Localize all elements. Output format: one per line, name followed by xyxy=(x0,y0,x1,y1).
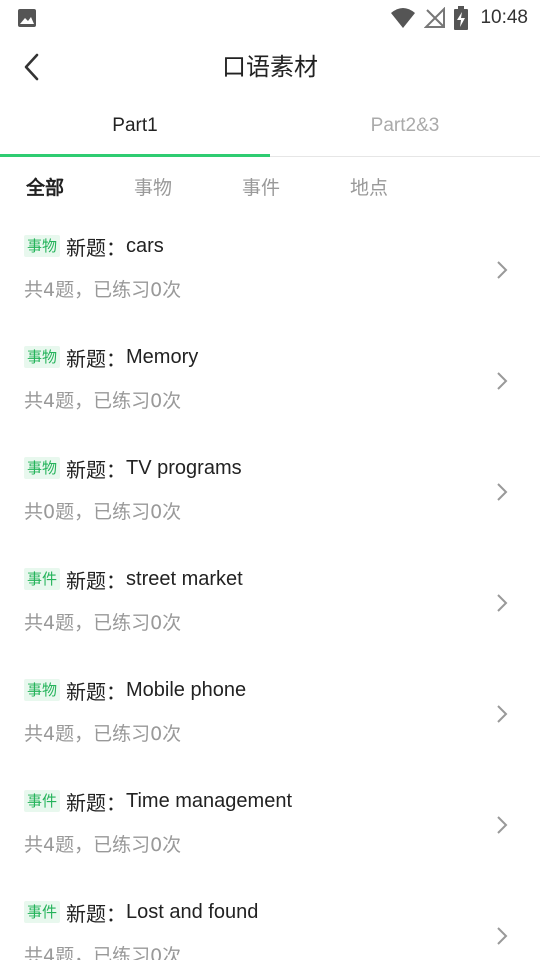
item-subtitle: 共4题，已练习0次 xyxy=(24,390,182,412)
list-item[interactable]: 事物 新题： Memory 共4题，已练习0次 xyxy=(0,326,540,437)
filter-events[interactable]: 事件 xyxy=(242,173,350,200)
item-title-row: 事件 新题： Lost and found xyxy=(24,897,258,927)
item-title-row: 事物 新题： Mobile phone xyxy=(24,675,246,705)
item-subtitle: 共4题，已练习0次 xyxy=(24,279,182,301)
status-bar: 10:48 xyxy=(0,0,540,36)
battery-charging-icon xyxy=(454,6,469,30)
item-title-prefix: 新题： xyxy=(66,457,127,482)
item-title: street market xyxy=(126,567,243,590)
category-tag: 事件 xyxy=(24,790,61,812)
item-subtitle: 共4题，已练习0次 xyxy=(24,723,182,745)
tab-part1[interactable]: Part1 xyxy=(0,98,270,157)
category-tag: 事物 xyxy=(24,679,61,701)
category-tag: 事物 xyxy=(24,346,61,368)
chevron-right-icon xyxy=(497,816,508,834)
chevron-right-icon xyxy=(497,372,508,390)
tab-part2-3[interactable]: Part2&3 xyxy=(270,98,540,156)
category-filters: 全部 事物 事件 地点 xyxy=(0,157,540,215)
chevron-right-icon xyxy=(497,261,508,279)
wifi-icon xyxy=(391,8,416,28)
list-item[interactable]: 事件 新题： street market 共4题，已练习0次 xyxy=(0,548,540,659)
item-subtitle: 共4题，已练习0次 xyxy=(24,612,182,634)
category-tag: 事件 xyxy=(24,568,61,590)
item-subtitle: 共4题，已练习0次 xyxy=(24,945,182,960)
list-item[interactable]: 事物 新题： TV programs 共0题，已练习0次 xyxy=(0,437,540,548)
list-item[interactable]: 事件 新题： Lost and found 共4题，已练习0次 xyxy=(0,881,540,960)
category-tag: 事物 xyxy=(24,457,61,479)
item-title: TV programs xyxy=(126,456,242,479)
list-item[interactable]: 事物 新题： cars 共4题，已练习0次 xyxy=(0,215,540,326)
image-icon xyxy=(18,9,36,27)
item-title: cars xyxy=(126,234,164,257)
no-signal-icon xyxy=(424,7,446,28)
item-subtitle: 共4题，已练习0次 xyxy=(24,834,182,856)
category-tag: 事物 xyxy=(24,235,61,257)
filter-things[interactable]: 事物 xyxy=(134,173,242,200)
tab-label: Part1 xyxy=(112,115,158,136)
item-title-prefix: 新题： xyxy=(66,790,127,815)
list-item[interactable]: 事物 新题： Mobile phone 共4题，已练习0次 xyxy=(0,659,540,770)
chevron-right-icon xyxy=(497,594,508,612)
item-title-prefix: 新题： xyxy=(66,568,127,593)
item-title-prefix: 新题： xyxy=(66,346,127,371)
item-title-row: 事件 新题： street market xyxy=(24,564,243,594)
filter-places[interactable]: 地点 xyxy=(350,173,458,200)
chevron-right-icon xyxy=(497,927,508,945)
item-subtitle: 共0题，已练习0次 xyxy=(24,501,182,523)
part-tabs: Part1 Part2&3 xyxy=(0,98,540,157)
item-title-row: 事物 新题： cars xyxy=(24,231,164,261)
topic-list: 事物 新题： cars 共4题，已练习0次 事物 新题： Memory 共4题，… xyxy=(0,215,540,960)
tab-label: Part2&3 xyxy=(370,115,440,136)
chevron-right-icon xyxy=(497,705,508,723)
item-title-row: 事件 新题： Time management xyxy=(24,786,292,816)
item-title-row: 事物 新题： TV programs xyxy=(24,453,242,483)
list-item[interactable]: 事件 新题： Time management 共4题，已练习0次 xyxy=(0,770,540,881)
category-tag: 事件 xyxy=(24,901,61,923)
status-time: 10:48 xyxy=(480,7,528,28)
item-title-row: 事物 新题： Memory xyxy=(24,342,198,372)
item-title: Memory xyxy=(126,345,199,368)
item-title: Lost and found xyxy=(126,900,259,923)
item-title-prefix: 新题： xyxy=(66,679,127,704)
item-title: Time management xyxy=(126,789,293,812)
item-title: Mobile phone xyxy=(126,678,247,701)
filter-all[interactable]: 全部 xyxy=(26,173,134,200)
header: 口语素材 xyxy=(0,36,540,98)
item-title-prefix: 新题： xyxy=(66,235,127,260)
chevron-right-icon xyxy=(497,483,508,501)
item-title-prefix: 新题： xyxy=(66,901,127,926)
page-title: 口语素材 xyxy=(222,53,318,81)
